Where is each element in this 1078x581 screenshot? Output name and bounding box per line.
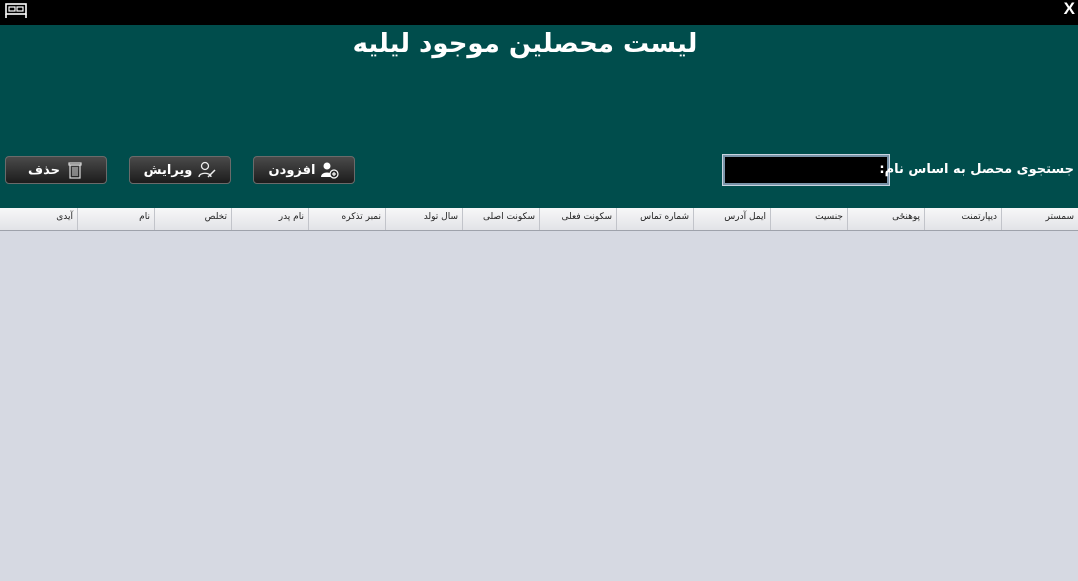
column-header[interactable]: نمبر تذکره bbox=[308, 208, 385, 230]
add-button-label: افزودن bbox=[268, 162, 316, 178]
column-header[interactable]: سمستر bbox=[1001, 208, 1078, 230]
column-header[interactable]: تخلص bbox=[154, 208, 231, 230]
column-header[interactable]: آیدی bbox=[0, 208, 77, 230]
trash-icon bbox=[68, 162, 82, 179]
search-input[interactable] bbox=[722, 154, 890, 186]
column-header[interactable]: جنسیت bbox=[770, 208, 847, 230]
table-body[interactable] bbox=[0, 231, 1078, 581]
column-header[interactable]: دیپارتمنت bbox=[924, 208, 1001, 230]
search-label: جستجوی محصل به اساس نام: bbox=[879, 162, 1074, 177]
edit-button[interactable]: ویرایش bbox=[129, 156, 231, 184]
add-button[interactable]: افزودن bbox=[253, 156, 355, 184]
column-header[interactable]: نام پدر bbox=[231, 208, 308, 230]
user-edit-icon bbox=[198, 161, 216, 178]
column-header[interactable]: سکونت فعلی bbox=[539, 208, 616, 230]
column-header[interactable]: شماره تماس bbox=[616, 208, 693, 230]
delete-button-label: حذف bbox=[28, 162, 60, 178]
header-panel: لیست محصلین موجود لیلیه حذف ویرایش افزود… bbox=[0, 25, 1078, 208]
page-title: لیست محصلین موجود لیلیه bbox=[352, 29, 698, 59]
column-header[interactable]: سال تولد bbox=[385, 208, 462, 230]
column-header[interactable]: پوهنځی bbox=[847, 208, 924, 230]
edit-button-label: ویرایش bbox=[143, 162, 193, 178]
close-button[interactable]: X bbox=[1064, 0, 1075, 17]
column-header[interactable]: ایمل آدرس bbox=[693, 208, 770, 230]
user-add-icon bbox=[321, 162, 340, 179]
delete-button[interactable]: حذف bbox=[5, 156, 107, 184]
title-bar: X bbox=[0, 0, 1078, 25]
bed-icon bbox=[5, 3, 27, 18]
table-header: سمستر دیپارتمنت پوهنځی جنسیت ایمل آدرس ش… bbox=[0, 208, 1078, 231]
column-header[interactable]: نام bbox=[77, 208, 154, 230]
column-header[interactable]: سکونت اصلی bbox=[462, 208, 539, 230]
